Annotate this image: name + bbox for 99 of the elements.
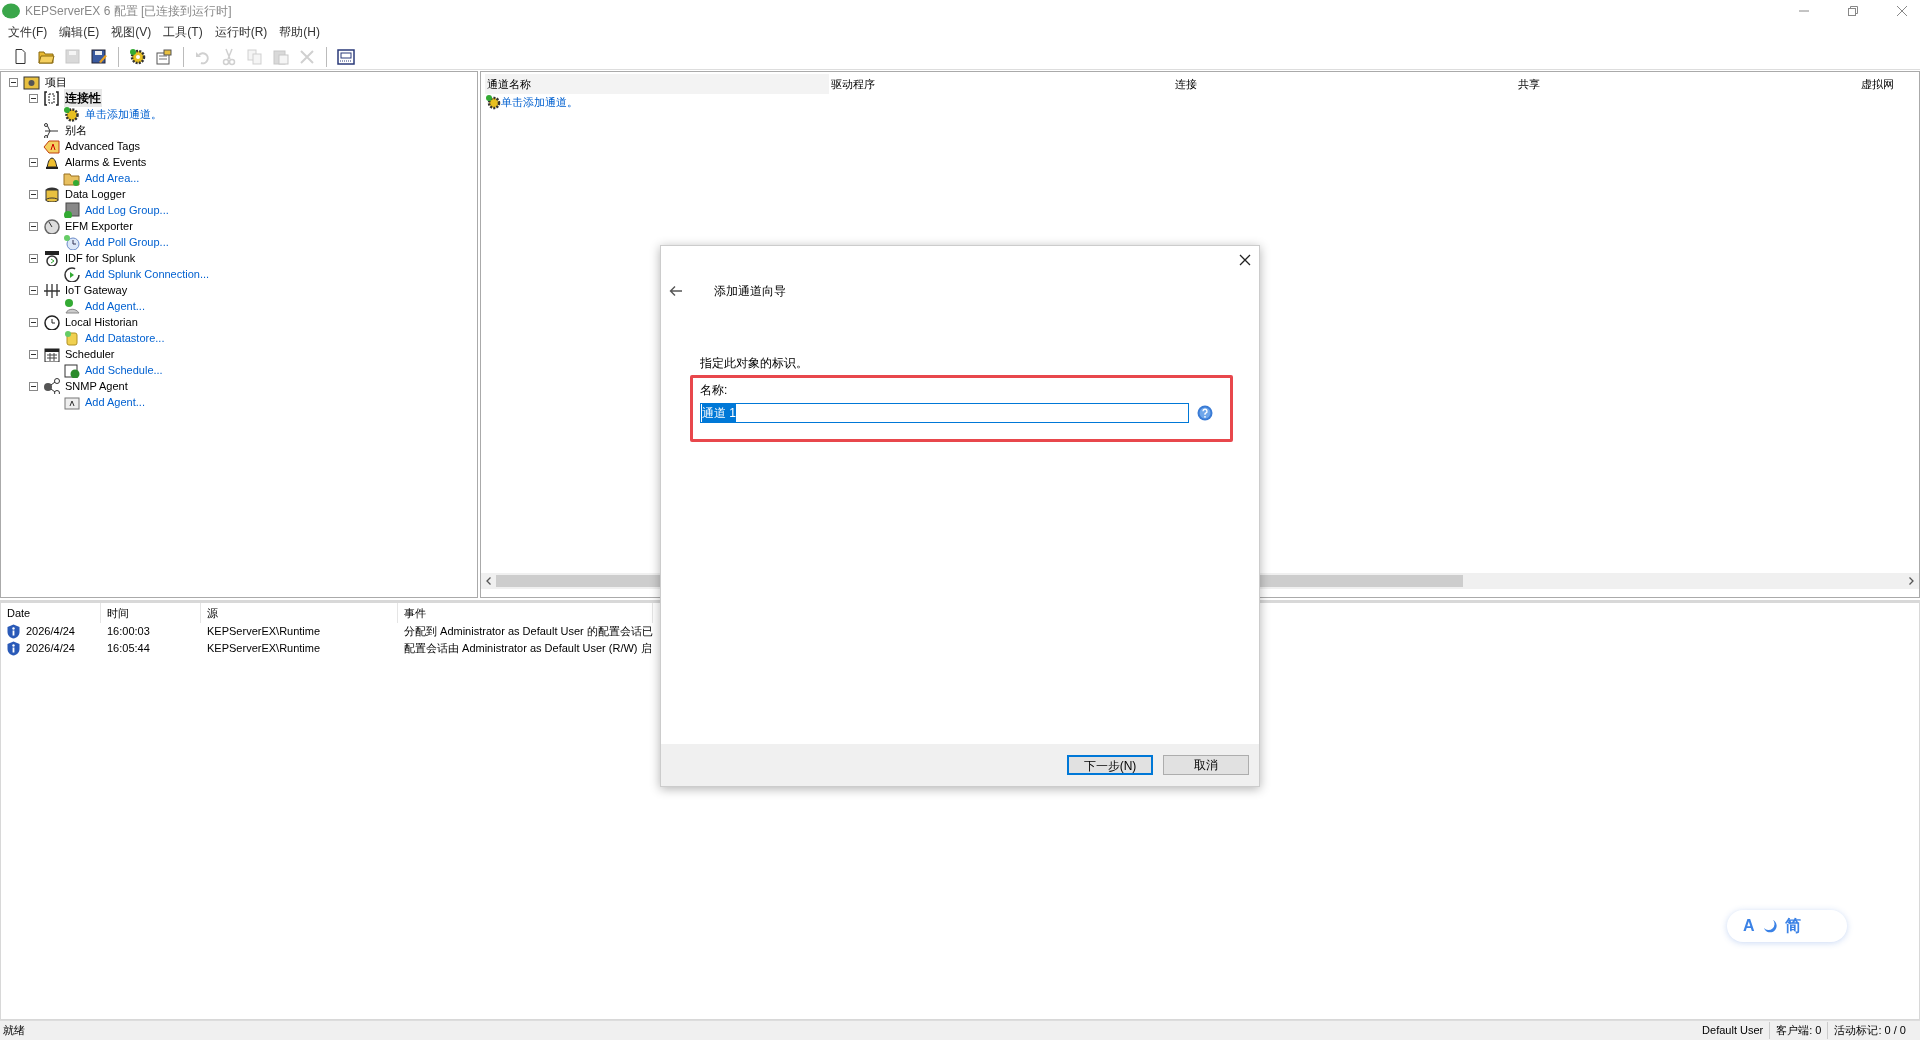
table-cell-text: 16:00:03	[106, 624, 151, 640]
collapse-icon[interactable]	[29, 189, 38, 199]
collapse-icon[interactable]	[9, 77, 18, 87]
menu-item[interactable]: 运行时(R)	[208, 23, 274, 41]
scroll-left-icon[interactable]	[486, 577, 491, 585]
table-cell-text: 配置会话由 Administrator as Default User (R/W) 启	[403, 641, 653, 657]
tree-item[interactable]: 项目	[44, 73, 68, 91]
menu-item[interactable]: 文件(F)	[2, 23, 54, 41]
add-channel-link[interactable]: 单击添加通道。	[501, 93, 578, 111]
tree-item[interactable]: EFM Exporter	[64, 217, 134, 235]
splunk-icon	[43, 250, 61, 266]
tree-action-link[interactable]: Add Poll Group...	[84, 233, 170, 251]
table-cell-text: 分配到 Administrator as Default User 的配置会话已	[403, 624, 653, 640]
column-header[interactable]: 虚拟网	[1859, 74, 1919, 94]
gear-icon	[485, 94, 501, 110]
tree-item[interactable]: Alarms & Events	[64, 153, 148, 171]
instruction-text: 指定此对象的标识。	[700, 355, 809, 372]
status-clients: 客户端: 0	[1770, 1022, 1829, 1039]
ime-indicator[interactable]: A 简	[1727, 910, 1847, 942]
tree-action-link[interactable]: Add Schedule...	[84, 361, 164, 379]
agent-box-icon	[63, 394, 81, 410]
restore-icon[interactable]	[1847, 5, 1859, 17]
folder-plus-icon	[63, 170, 81, 186]
agent-icon	[63, 298, 81, 314]
column-header[interactable]: 源	[201, 603, 398, 623]
column-header[interactable]: 共享	[1516, 74, 1859, 94]
window-title: KEPServerEX 6 配置 [已连接到运行时]	[25, 3, 232, 20]
table-cell-text: KEPServerEX\Runtime	[206, 641, 322, 657]
circular-arrow-icon	[63, 266, 81, 282]
quick-client-icon[interactable]	[337, 47, 355, 66]
back-arrow-icon[interactable]	[669, 285, 683, 297]
status-user: Default User	[1696, 1022, 1771, 1039]
table-cell-text: 2026/4/24	[25, 641, 76, 657]
ime-script-text: 简	[1784, 916, 1801, 936]
tree-action-link[interactable]: Add Splunk Connection...	[84, 265, 211, 283]
gear-icon	[63, 106, 81, 122]
collapse-icon[interactable]	[29, 317, 38, 327]
menu-item[interactable]: 视图(V)	[105, 23, 158, 41]
next-button[interactable]: 下一步(N)	[1067, 755, 1153, 775]
bracket-network-icon	[43, 90, 61, 106]
info-shield-icon	[7, 641, 20, 656]
status-text: 就绪	[2, 1023, 25, 1039]
column-header[interactable]: 驱动程序	[829, 74, 1173, 94]
table-cell-text: KEPServerEX\Runtime	[206, 624, 322, 640]
tree-item[interactable]: IoT Gateway	[64, 281, 129, 299]
table-cell-text: 16:05:44	[106, 641, 151, 657]
menu-item[interactable]: 编辑(E)	[53, 23, 106, 41]
tree-item[interactable]: SNMP Agent	[64, 377, 129, 395]
collapse-icon[interactable]	[29, 221, 38, 231]
app-logo-icon	[2, 3, 20, 19]
calendar-icon	[43, 346, 61, 362]
clock-plus-icon	[63, 234, 81, 250]
tree-item[interactable]: 别名	[64, 121, 88, 139]
column-header[interactable]: 连接	[1173, 74, 1516, 94]
tree-action-link[interactable]: 单击添加通道。	[84, 105, 163, 123]
collapse-icon[interactable]	[29, 349, 38, 359]
tree-item[interactable]: Data Logger	[64, 185, 127, 203]
scroll-right-icon[interactable]	[1909, 577, 1914, 585]
save-as-icon[interactable]	[90, 47, 108, 66]
gauge-icon	[43, 218, 61, 234]
column-header[interactable]: 通道名称	[485, 74, 829, 94]
tree-item[interactable]: Local Historian	[64, 313, 139, 331]
info-shield-icon	[7, 624, 20, 639]
tree-item[interactable]: IDF for Splunk	[64, 249, 137, 267]
collapse-icon[interactable]	[29, 157, 38, 167]
column-header[interactable]: Date	[1, 603, 101, 623]
share-nodes-icon	[43, 378, 61, 394]
tree-item[interactable]: Scheduler	[64, 345, 116, 363]
tree-item[interactable]: Advanced Tags	[64, 137, 142, 155]
dialog-title: 添加通道向导	[714, 283, 786, 300]
collapse-icon[interactable]	[29, 253, 38, 263]
collapse-icon[interactable]	[29, 381, 38, 391]
properties-icon[interactable]	[155, 47, 173, 66]
close-icon[interactable]	[1239, 254, 1251, 266]
history-clock-icon	[43, 314, 61, 330]
tree-item[interactable]: 连接性	[64, 89, 102, 107]
table-cell-text: 2026/4/24	[25, 624, 76, 640]
collapse-icon[interactable]	[29, 285, 38, 295]
cancel-button[interactable]: 取消	[1163, 755, 1249, 775]
name-input-field[interactable]: 通道 1	[700, 403, 1189, 423]
database-icon	[43, 186, 61, 202]
tree-action-link[interactable]: Add Log Group...	[84, 201, 170, 219]
tree-action-link[interactable]: Add Agent...	[84, 393, 146, 411]
tree-action-link[interactable]: Add Area...	[84, 169, 141, 187]
tag-icon	[43, 138, 61, 154]
tree-action-link[interactable]: Add Agent...	[84, 297, 146, 315]
menu-item[interactable]: 工具(T)	[157, 23, 209, 41]
ime-mode-text: A	[1743, 916, 1755, 936]
collapse-icon[interactable]	[29, 93, 38, 103]
column-header[interactable]: 时间	[101, 603, 201, 623]
field-label: 名称:	[700, 382, 729, 399]
gear-icon[interactable]	[129, 47, 147, 66]
column-header[interactable]: 事件	[398, 603, 653, 623]
tree-action-link[interactable]: Add Datastore...	[84, 329, 166, 347]
help-icon[interactable]	[1197, 405, 1213, 421]
moon-icon	[1762, 919, 1777, 933]
menu-item[interactable]: 帮助(H)	[273, 23, 326, 41]
status-tags: 活动标记: 0 / 0	[1828, 1022, 1920, 1039]
branch-icon	[43, 122, 61, 138]
